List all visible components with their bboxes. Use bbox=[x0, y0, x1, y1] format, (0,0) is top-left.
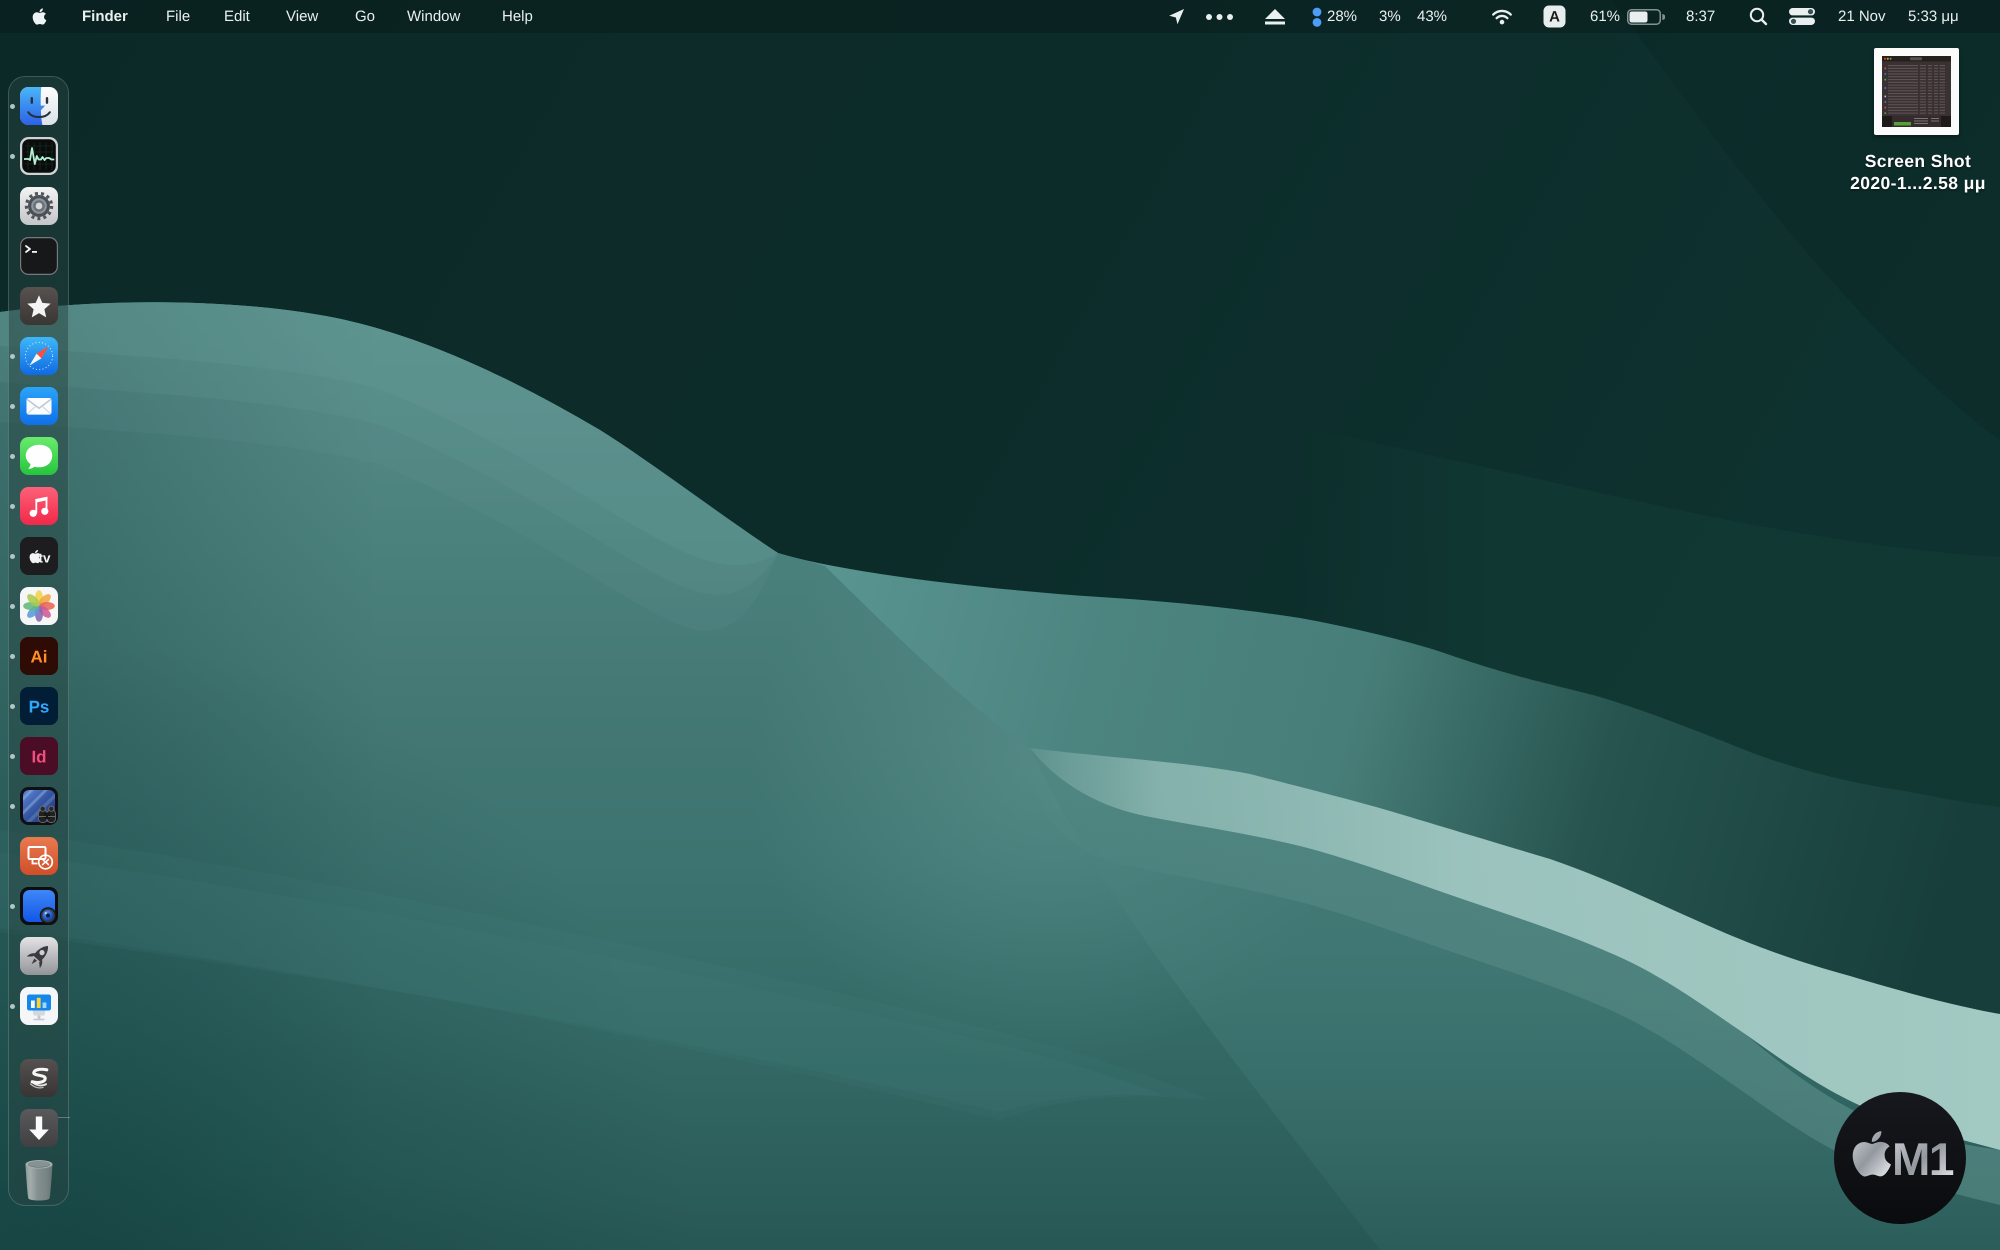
svg-text:M1: M1 bbox=[1892, 1133, 1954, 1185]
svg-text:A: A bbox=[1549, 9, 1560, 26]
svg-text:Id: Id bbox=[31, 748, 46, 767]
svg-text:Ai: Ai bbox=[31, 648, 48, 667]
svg-text:tv: tv bbox=[39, 551, 51, 566]
svg-text:Ps: Ps bbox=[29, 698, 50, 717]
